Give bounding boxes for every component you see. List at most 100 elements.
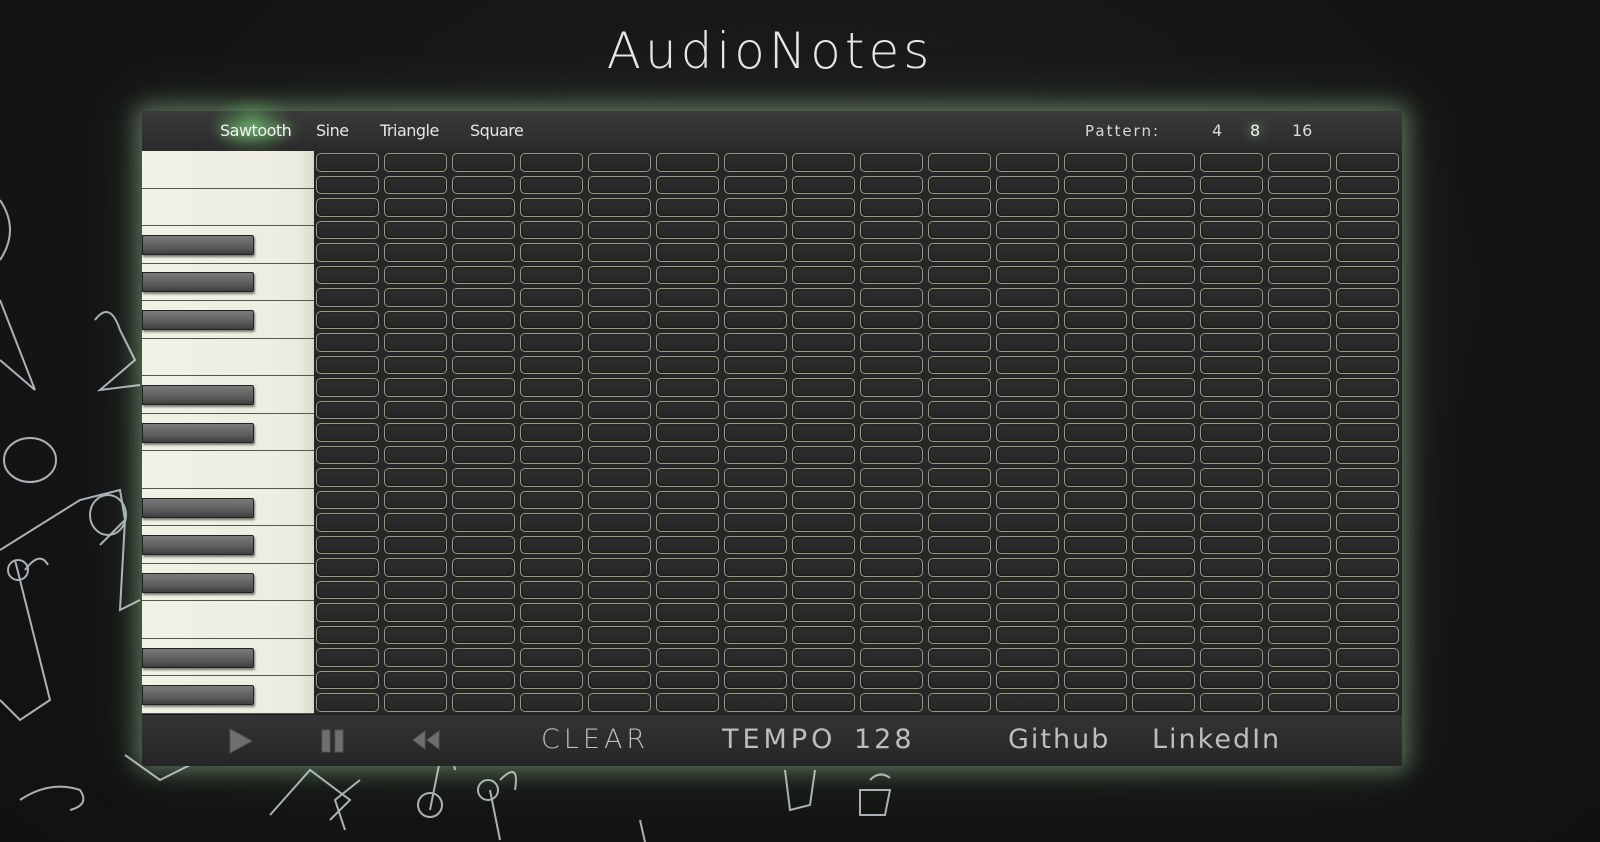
sequencer-step-cell[interactable] bbox=[1064, 333, 1127, 352]
sequencer-step-cell[interactable] bbox=[860, 310, 923, 330]
sequencer-step-cell[interactable] bbox=[520, 693, 583, 712]
sequencer-step-cell[interactable] bbox=[316, 513, 379, 532]
sequencer-step-cell[interactable] bbox=[1064, 513, 1127, 532]
sequencer-step-cell[interactable] bbox=[724, 400, 787, 420]
sequencer-step-cell[interactable] bbox=[724, 243, 787, 262]
sequencer-step-cell[interactable] bbox=[1064, 175, 1127, 195]
sequencer-step-cell[interactable] bbox=[316, 558, 379, 577]
sequencer-step-cell[interactable] bbox=[520, 445, 583, 465]
sequencer-step-cell[interactable] bbox=[928, 265, 991, 285]
sequencer-step-cell[interactable] bbox=[1268, 558, 1331, 577]
sequencer-step-cell[interactable] bbox=[1268, 490, 1331, 510]
sequencer-step-cell[interactable] bbox=[520, 603, 583, 622]
sequencer-step-cell[interactable] bbox=[1268, 175, 1331, 195]
waveform-triangle[interactable]: Triangle bbox=[380, 121, 439, 140]
sequencer-step-cell[interactable] bbox=[928, 693, 991, 712]
sequencer-step-cell[interactable] bbox=[452, 423, 515, 442]
sequencer-step-cell[interactable] bbox=[520, 288, 583, 307]
sequencer-step-cell[interactable] bbox=[588, 648, 651, 667]
sequencer-step-cell[interactable] bbox=[724, 445, 787, 465]
sequencer-step-cell[interactable] bbox=[1336, 648, 1399, 667]
sequencer-step-cell[interactable] bbox=[1336, 355, 1399, 375]
sequencer-step-cell[interactable] bbox=[656, 603, 719, 622]
sequencer-step-cell[interactable] bbox=[656, 670, 719, 690]
sequencer-step-cell[interactable] bbox=[520, 625, 583, 645]
sequencer-step-cell[interactable] bbox=[316, 693, 379, 712]
sequencer-step-cell[interactable] bbox=[1268, 153, 1331, 172]
sequencer-step-cell[interactable] bbox=[316, 310, 379, 330]
sequencer-step-cell[interactable] bbox=[792, 220, 855, 240]
sequencer-step-cell[interactable] bbox=[1268, 220, 1331, 240]
sequencer-step-cell[interactable] bbox=[588, 153, 651, 172]
sequencer-step-cell[interactable] bbox=[1200, 175, 1263, 195]
sequencer-step-cell[interactable] bbox=[1064, 468, 1127, 487]
sequencer-step-cell[interactable] bbox=[384, 670, 447, 690]
sequencer-step-cell[interactable] bbox=[1200, 355, 1263, 375]
sequencer-step-cell[interactable] bbox=[860, 378, 923, 397]
sequencer-step-cell[interactable] bbox=[452, 648, 515, 667]
sequencer-step-cell[interactable] bbox=[1200, 513, 1263, 532]
sequencer-step-cell[interactable] bbox=[860, 265, 923, 285]
sequencer-step-cell[interactable] bbox=[588, 265, 651, 285]
sequencer-step-cell[interactable] bbox=[452, 580, 515, 600]
sequencer-step-cell[interactable] bbox=[860, 400, 923, 420]
sequencer-step-cell[interactable] bbox=[1336, 175, 1399, 195]
sequencer-step-cell[interactable] bbox=[316, 670, 379, 690]
sequencer-step-cell[interactable] bbox=[452, 445, 515, 465]
sequencer-step-cell[interactable] bbox=[792, 445, 855, 465]
sequencer-step-cell[interactable] bbox=[860, 445, 923, 465]
sequencer-step-cell[interactable] bbox=[316, 423, 379, 442]
sequencer-step-cell[interactable] bbox=[588, 670, 651, 690]
sequencer-step-cell[interactable] bbox=[1064, 445, 1127, 465]
sequencer-step-cell[interactable] bbox=[996, 625, 1059, 645]
sequencer-step-cell[interactable] bbox=[792, 535, 855, 555]
sequencer-step-cell[interactable] bbox=[928, 243, 991, 262]
pattern-option-16[interactable]: 16 bbox=[1292, 121, 1312, 140]
sequencer-step-cell[interactable] bbox=[1132, 625, 1195, 645]
piano-black-key[interactable] bbox=[142, 572, 254, 593]
sequencer-step-cell[interactable] bbox=[452, 288, 515, 307]
sequencer-step-cell[interactable] bbox=[588, 378, 651, 397]
sequencer-step-cell[interactable] bbox=[792, 625, 855, 645]
sequencer-step-cell[interactable] bbox=[724, 220, 787, 240]
sequencer-step-cell[interactable] bbox=[1268, 670, 1331, 690]
sequencer-step-cell[interactable] bbox=[996, 648, 1059, 667]
sequencer-step-cell[interactable] bbox=[656, 198, 719, 217]
sequencer-step-cell[interactable] bbox=[792, 558, 855, 577]
sequencer-step-cell[interactable] bbox=[452, 535, 515, 555]
sequencer-step-cell[interactable] bbox=[1336, 445, 1399, 465]
sequencer-step-cell[interactable] bbox=[996, 558, 1059, 577]
clear-button[interactable]: CLEAR bbox=[541, 724, 649, 755]
sequencer-step-cell[interactable] bbox=[1200, 558, 1263, 577]
sequencer-step-cell[interactable] bbox=[316, 400, 379, 420]
sequencer-step-cell[interactable] bbox=[384, 693, 447, 712]
sequencer-step-cell[interactable] bbox=[928, 153, 991, 172]
sequencer-step-cell[interactable] bbox=[316, 265, 379, 285]
sequencer-step-cell[interactable] bbox=[452, 513, 515, 532]
sequencer-step-cell[interactable] bbox=[316, 243, 379, 262]
sequencer-step-cell[interactable] bbox=[1200, 625, 1263, 645]
sequencer-step-cell[interactable] bbox=[656, 445, 719, 465]
sequencer-step-cell[interactable] bbox=[452, 558, 515, 577]
sequencer-step-cell[interactable] bbox=[1336, 513, 1399, 532]
sequencer-step-cell[interactable] bbox=[1336, 310, 1399, 330]
sequencer-step-cell[interactable] bbox=[520, 513, 583, 532]
sequencer-step-cell[interactable] bbox=[520, 220, 583, 240]
sequencer-step-cell[interactable] bbox=[1268, 468, 1331, 487]
sequencer-step-cell[interactable] bbox=[520, 400, 583, 420]
sequencer-step-cell[interactable] bbox=[384, 513, 447, 532]
sequencer-step-cell[interactable] bbox=[1200, 198, 1263, 217]
sequencer-step-cell[interactable] bbox=[1064, 490, 1127, 510]
sequencer-step-cell[interactable] bbox=[656, 468, 719, 487]
sequencer-step-cell[interactable] bbox=[1336, 220, 1399, 240]
sequencer-step-cell[interactable] bbox=[588, 243, 651, 262]
sequencer-step-cell[interactable] bbox=[928, 400, 991, 420]
sequencer-step-cell[interactable] bbox=[792, 648, 855, 667]
sequencer-step-cell[interactable] bbox=[588, 468, 651, 487]
sequencer-step-cell[interactable] bbox=[1200, 265, 1263, 285]
sequencer-step-cell[interactable] bbox=[1200, 490, 1263, 510]
sequencer-step-cell[interactable] bbox=[792, 153, 855, 172]
sequencer-step-cell[interactable] bbox=[1336, 670, 1399, 690]
sequencer-step-cell[interactable] bbox=[724, 423, 787, 442]
sequencer-step-cell[interactable] bbox=[792, 603, 855, 622]
